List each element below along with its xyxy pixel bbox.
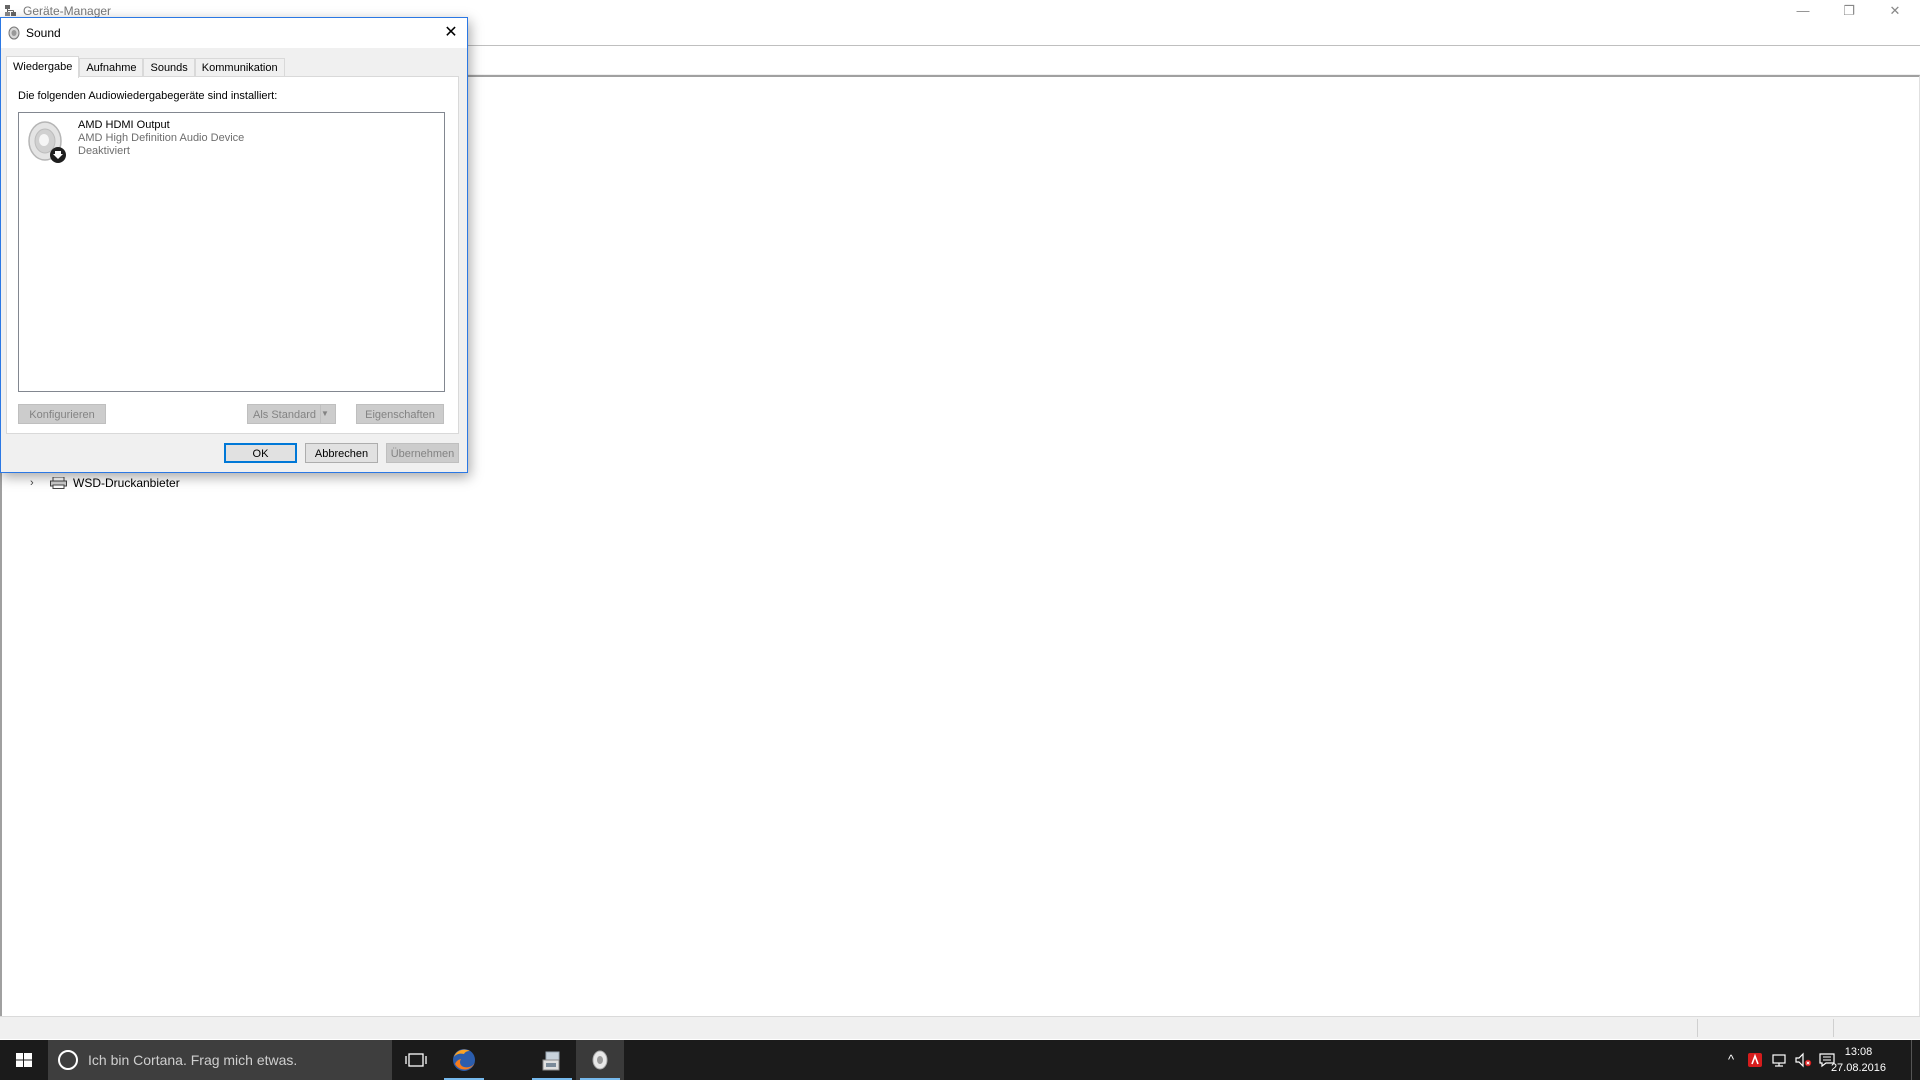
configure-button[interactable]: Konfigurieren	[18, 404, 106, 424]
clock[interactable]: 13:08 27.08.2016	[1831, 1044, 1886, 1076]
dialog-close-button[interactable]: ✕	[435, 18, 467, 48]
device-manager-title: Geräte-Manager	[23, 4, 112, 18]
printer-icon	[50, 477, 67, 489]
minimize-button[interactable]: —	[1780, 0, 1826, 22]
clock-time: 13:08	[1844, 1046, 1873, 1058]
show-desktop-button[interactable]	[1911, 1040, 1920, 1080]
close-button[interactable]: ✕	[1872, 0, 1918, 22]
cortana-icon	[58, 1050, 78, 1070]
taskbar-sound[interactable]	[576, 1040, 624, 1080]
device-manager-icon	[542, 1051, 560, 1071]
device-details: AMD HDMI Output AMD High Definition Audi…	[78, 119, 244, 165]
dialog-title: Sound	[26, 26, 61, 40]
chevron-right-icon[interactable]: ›	[30, 477, 40, 489]
status-bar	[0, 1016, 1920, 1039]
volume-muted-icon[interactable]	[1794, 1051, 1812, 1069]
tab-kommunikation[interactable]: Kommunikation	[194, 58, 285, 77]
sound-icon	[592, 1050, 608, 1070]
apply-button[interactable]: Übernehmen	[386, 443, 459, 463]
tab-wiedergabe[interactable]: Wiedergabe	[6, 56, 80, 78]
properties-button[interactable]: Eigenschaften	[356, 404, 444, 424]
set-default-label: Als Standard	[253, 409, 316, 421]
device-status: Deaktiviert	[78, 145, 130, 157]
network-icon[interactable]	[1770, 1051, 1788, 1069]
task-view-button[interactable]	[392, 1040, 440, 1080]
windows-logo-icon	[16, 1053, 32, 1067]
tab-strip: Wiedergabe Aufnahme Sounds Kommunikation	[6, 56, 285, 78]
clock-date: 27.08.2016	[1830, 1062, 1886, 1074]
status-bar-divider	[1697, 1019, 1698, 1037]
speaker-icon	[8, 26, 20, 40]
set-default-button[interactable]: Als Standard ▼	[247, 404, 336, 424]
tab-sounds[interactable]: Sounds	[143, 58, 195, 77]
tree-item-label: WSD-Druckanbieter	[73, 476, 180, 490]
cancel-button[interactable]: Abbrechen	[305, 443, 378, 463]
search-placeholder: Ich bin Cortana. Frag mich etwas.	[88, 1052, 298, 1068]
chevron-down-icon[interactable]: ▼	[320, 405, 335, 423]
speaker-disabled-icon	[25, 119, 69, 165]
ok-button[interactable]: OK	[224, 443, 297, 463]
tree-item-wsd-print-provider[interactable]: › WSD-Druckanbieter	[30, 475, 180, 491]
panel-label: Die folgenden Audiowiedergabegeräte sind…	[18, 90, 278, 102]
start-button[interactable]	[0, 1040, 48, 1080]
restore-button[interactable]: ❐	[1826, 0, 1872, 22]
dialog-titlebar: Sound ✕	[1, 18, 467, 48]
list-item[interactable]: AMD HDMI Output AMD High Definition Audi…	[25, 119, 244, 165]
taskbar-firefox[interactable]	[440, 1040, 488, 1080]
antivirus-icon[interactable]	[1746, 1051, 1764, 1069]
device-driver: AMD High Definition Audio Device	[78, 132, 245, 144]
cortana-search-box[interactable]: Ich bin Cortana. Frag mich etwas.	[48, 1040, 392, 1080]
show-hidden-icons-chevron-icon[interactable]: ^	[1722, 1051, 1740, 1069]
tab-aufnahme[interactable]: Aufnahme	[79, 58, 144, 77]
taskbar-device-manager[interactable]	[528, 1040, 576, 1080]
device-name: AMD HDMI Output	[78, 119, 170, 131]
device-list[interactable]: AMD HDMI Output AMD High Definition Audi…	[18, 112, 445, 392]
task-view-icon	[405, 1053, 427, 1067]
playback-panel: Die folgenden Audiowiedergabegeräte sind…	[6, 76, 459, 434]
firefox-icon	[453, 1049, 475, 1071]
device-manager-icon	[5, 5, 16, 16]
status-bar-divider	[1833, 1019, 1834, 1037]
taskbar: Ich bin Cortana. Frag mich etwas. ^ 13:0…	[0, 1040, 1920, 1080]
sound-dialog: Sound ✕ Wiedergabe Aufnahme Sounds Kommu…	[0, 17, 468, 473]
